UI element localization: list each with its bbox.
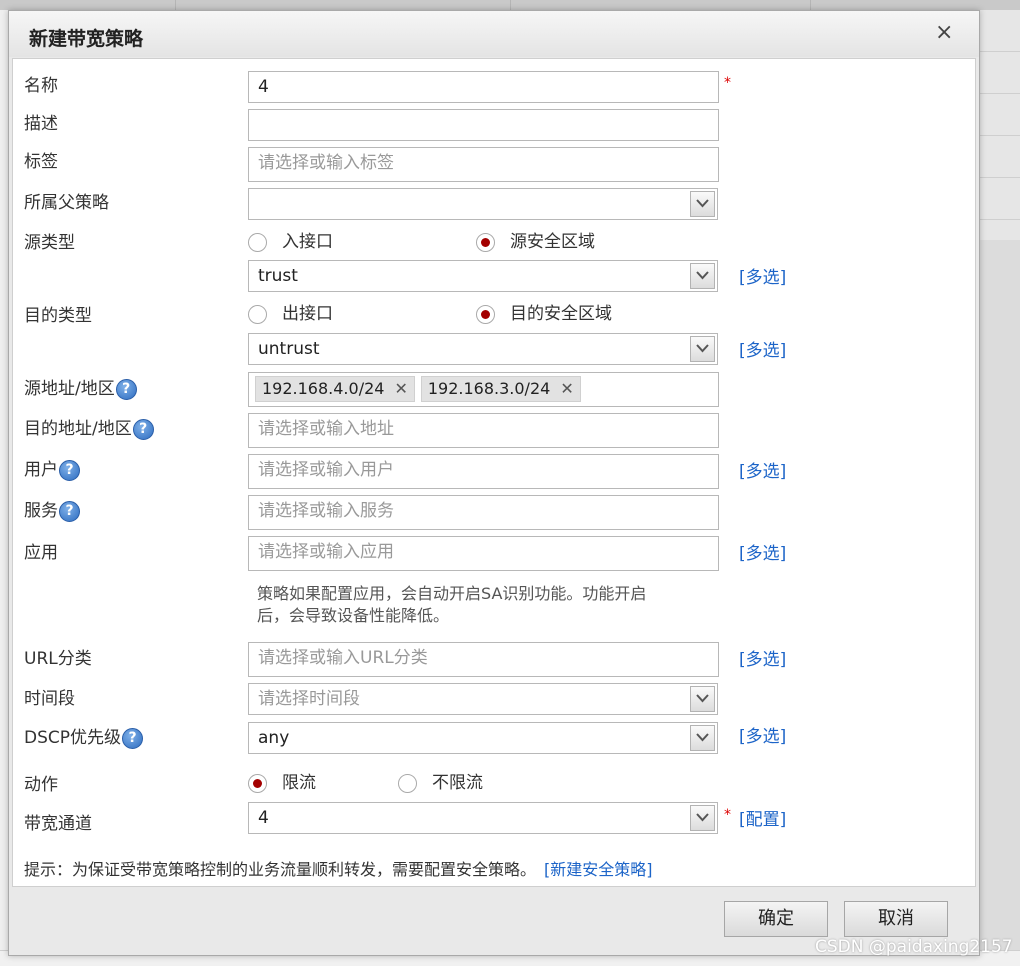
address-tag: 192.168.3.0/24 ✕: [420, 376, 581, 402]
background-column-divider: [175, 0, 176, 10]
source-zone-multi-select-link[interactable]: [多选]: [739, 263, 786, 288]
radio-circle: [248, 304, 267, 324]
application-hint: 策略如果配置应用，会自动开启SA识别功能。功能开启 后，会导致设备性能降低。: [257, 584, 647, 625]
dialog-titlebar: 新建带宽策略 ×: [9, 11, 979, 57]
dest-address-input[interactable]: 请选择或输入地址: [248, 413, 719, 448]
tags-input[interactable]: 请选择或输入标签: [248, 147, 719, 182]
security-policy-tip: 提示：为保证受带宽策略控制的业务流量顺利转发，需要配置安全策略。 [新建安全策略]: [24, 860, 653, 879]
radio-source-interface[interactable]: 入接口: [248, 227, 333, 252]
user-multi-select-link[interactable]: [多选]: [739, 457, 786, 482]
chevron-down-icon[interactable]: [690, 263, 715, 289]
dscp-select[interactable]: any: [248, 722, 718, 754]
new-security-policy-link[interactable]: [新建安全策略]: [544, 860, 653, 879]
radio-circle-selected: [248, 773, 267, 793]
ok-button[interactable]: 确定: [724, 901, 828, 937]
dscp-label: DSCP优先级?: [24, 723, 144, 749]
url-category-input[interactable]: 请选择或输入URL分类: [248, 642, 719, 677]
time-range-select[interactable]: 请选择时间段: [248, 683, 718, 715]
description-label: 描述: [24, 114, 58, 134]
application-input[interactable]: 请选择或输入应用: [248, 536, 719, 571]
name-label: 名称: [24, 76, 58, 96]
dest-zone-multi-select-link[interactable]: [多选]: [739, 336, 786, 361]
background-left-panel: [0, 10, 8, 965]
background-column-divider: [810, 0, 811, 10]
radio-circle-selected: [476, 232, 495, 252]
application-label: 应用: [24, 543, 58, 563]
required-marker: *: [724, 75, 731, 91]
radio-dest-interface[interactable]: 出接口: [248, 299, 333, 324]
tags-label: 标签: [24, 152, 58, 172]
remove-tag-icon[interactable]: ✕: [560, 379, 573, 398]
radio-source-zone[interactable]: 源安全区域: [476, 227, 595, 252]
background-table-rows: [980, 10, 1020, 240]
radio-action-nolimit[interactable]: 不限流: [398, 768, 483, 793]
description-input[interactable]: [248, 109, 719, 141]
chevron-down-icon[interactable]: [690, 336, 715, 362]
help-icon[interactable]: ?: [132, 418, 154, 440]
radio-circle: [398, 773, 417, 793]
source-address-label: 源地址/地区?: [24, 374, 137, 400]
user-input[interactable]: 请选择或输入用户: [248, 454, 719, 489]
parent-policy-label: 所属父策略: [24, 193, 109, 213]
close-icon[interactable]: ×: [935, 22, 953, 44]
url-category-label: URL分类: [24, 649, 92, 669]
source-address-input[interactable]: 192.168.4.0/24 ✕ 192.168.3.0/24 ✕: [248, 372, 719, 407]
new-bandwidth-policy-dialog: 新建带宽策略 × 名称 4 * 描述 标签 请选择或输入标签 所属父策略 源类型…: [8, 10, 980, 956]
service-label: 服务?: [24, 496, 80, 522]
source-zone-select[interactable]: trust: [248, 260, 718, 292]
help-icon[interactable]: ?: [59, 500, 80, 522]
user-label: 用户?: [24, 455, 80, 481]
help-icon[interactable]: ?: [115, 378, 137, 400]
remove-tag-icon[interactable]: ✕: [394, 379, 407, 398]
url-category-multi-select-link[interactable]: [多选]: [739, 645, 786, 670]
parent-policy-select[interactable]: [248, 188, 718, 220]
dialog-form: 名称 4 * 描述 标签 请选择或输入标签 所属父策略 源类型 入接口 源安全区…: [12, 58, 976, 887]
time-range-label: 时间段: [24, 689, 75, 709]
bandwidth-channel-config-link[interactable]: [配置]: [739, 805, 786, 830]
source-type-label: 源类型: [24, 233, 75, 253]
chevron-down-icon[interactable]: [690, 805, 715, 831]
application-multi-select-link[interactable]: [多选]: [739, 539, 786, 564]
address-tag: 192.168.4.0/24 ✕: [255, 376, 415, 402]
dest-zone-select[interactable]: untrust: [248, 333, 718, 365]
radio-circle-selected: [476, 304, 495, 324]
help-icon[interactable]: ?: [122, 727, 144, 749]
chevron-down-icon[interactable]: [690, 725, 715, 751]
radio-dest-zone[interactable]: 目的安全区域: [476, 299, 612, 324]
bandwidth-channel-select[interactable]: 4: [248, 802, 718, 834]
chevron-down-icon[interactable]: [690, 191, 715, 217]
service-input[interactable]: 请选择或输入服务: [248, 495, 719, 530]
dialog-title: 新建带宽策略: [29, 28, 144, 50]
cancel-button[interactable]: 取消: [844, 901, 948, 937]
dest-type-label: 目的类型: [24, 306, 92, 326]
chevron-down-icon[interactable]: [690, 686, 715, 712]
dest-address-label: 目的地址/地区?: [24, 414, 154, 440]
bandwidth-channel-label: 带宽通道: [24, 814, 92, 834]
help-icon[interactable]: ?: [59, 459, 80, 481]
radio-circle: [248, 232, 267, 252]
required-marker: *: [724, 807, 731, 823]
dscp-multi-select-link[interactable]: [多选]: [739, 722, 786, 747]
name-input[interactable]: 4: [248, 71, 719, 103]
radio-action-limit[interactable]: 限流: [248, 768, 316, 793]
action-label: 动作: [24, 775, 58, 795]
background-column-divider: [510, 0, 511, 10]
watermark: CSDN @paidaxing2157: [815, 937, 1013, 957]
